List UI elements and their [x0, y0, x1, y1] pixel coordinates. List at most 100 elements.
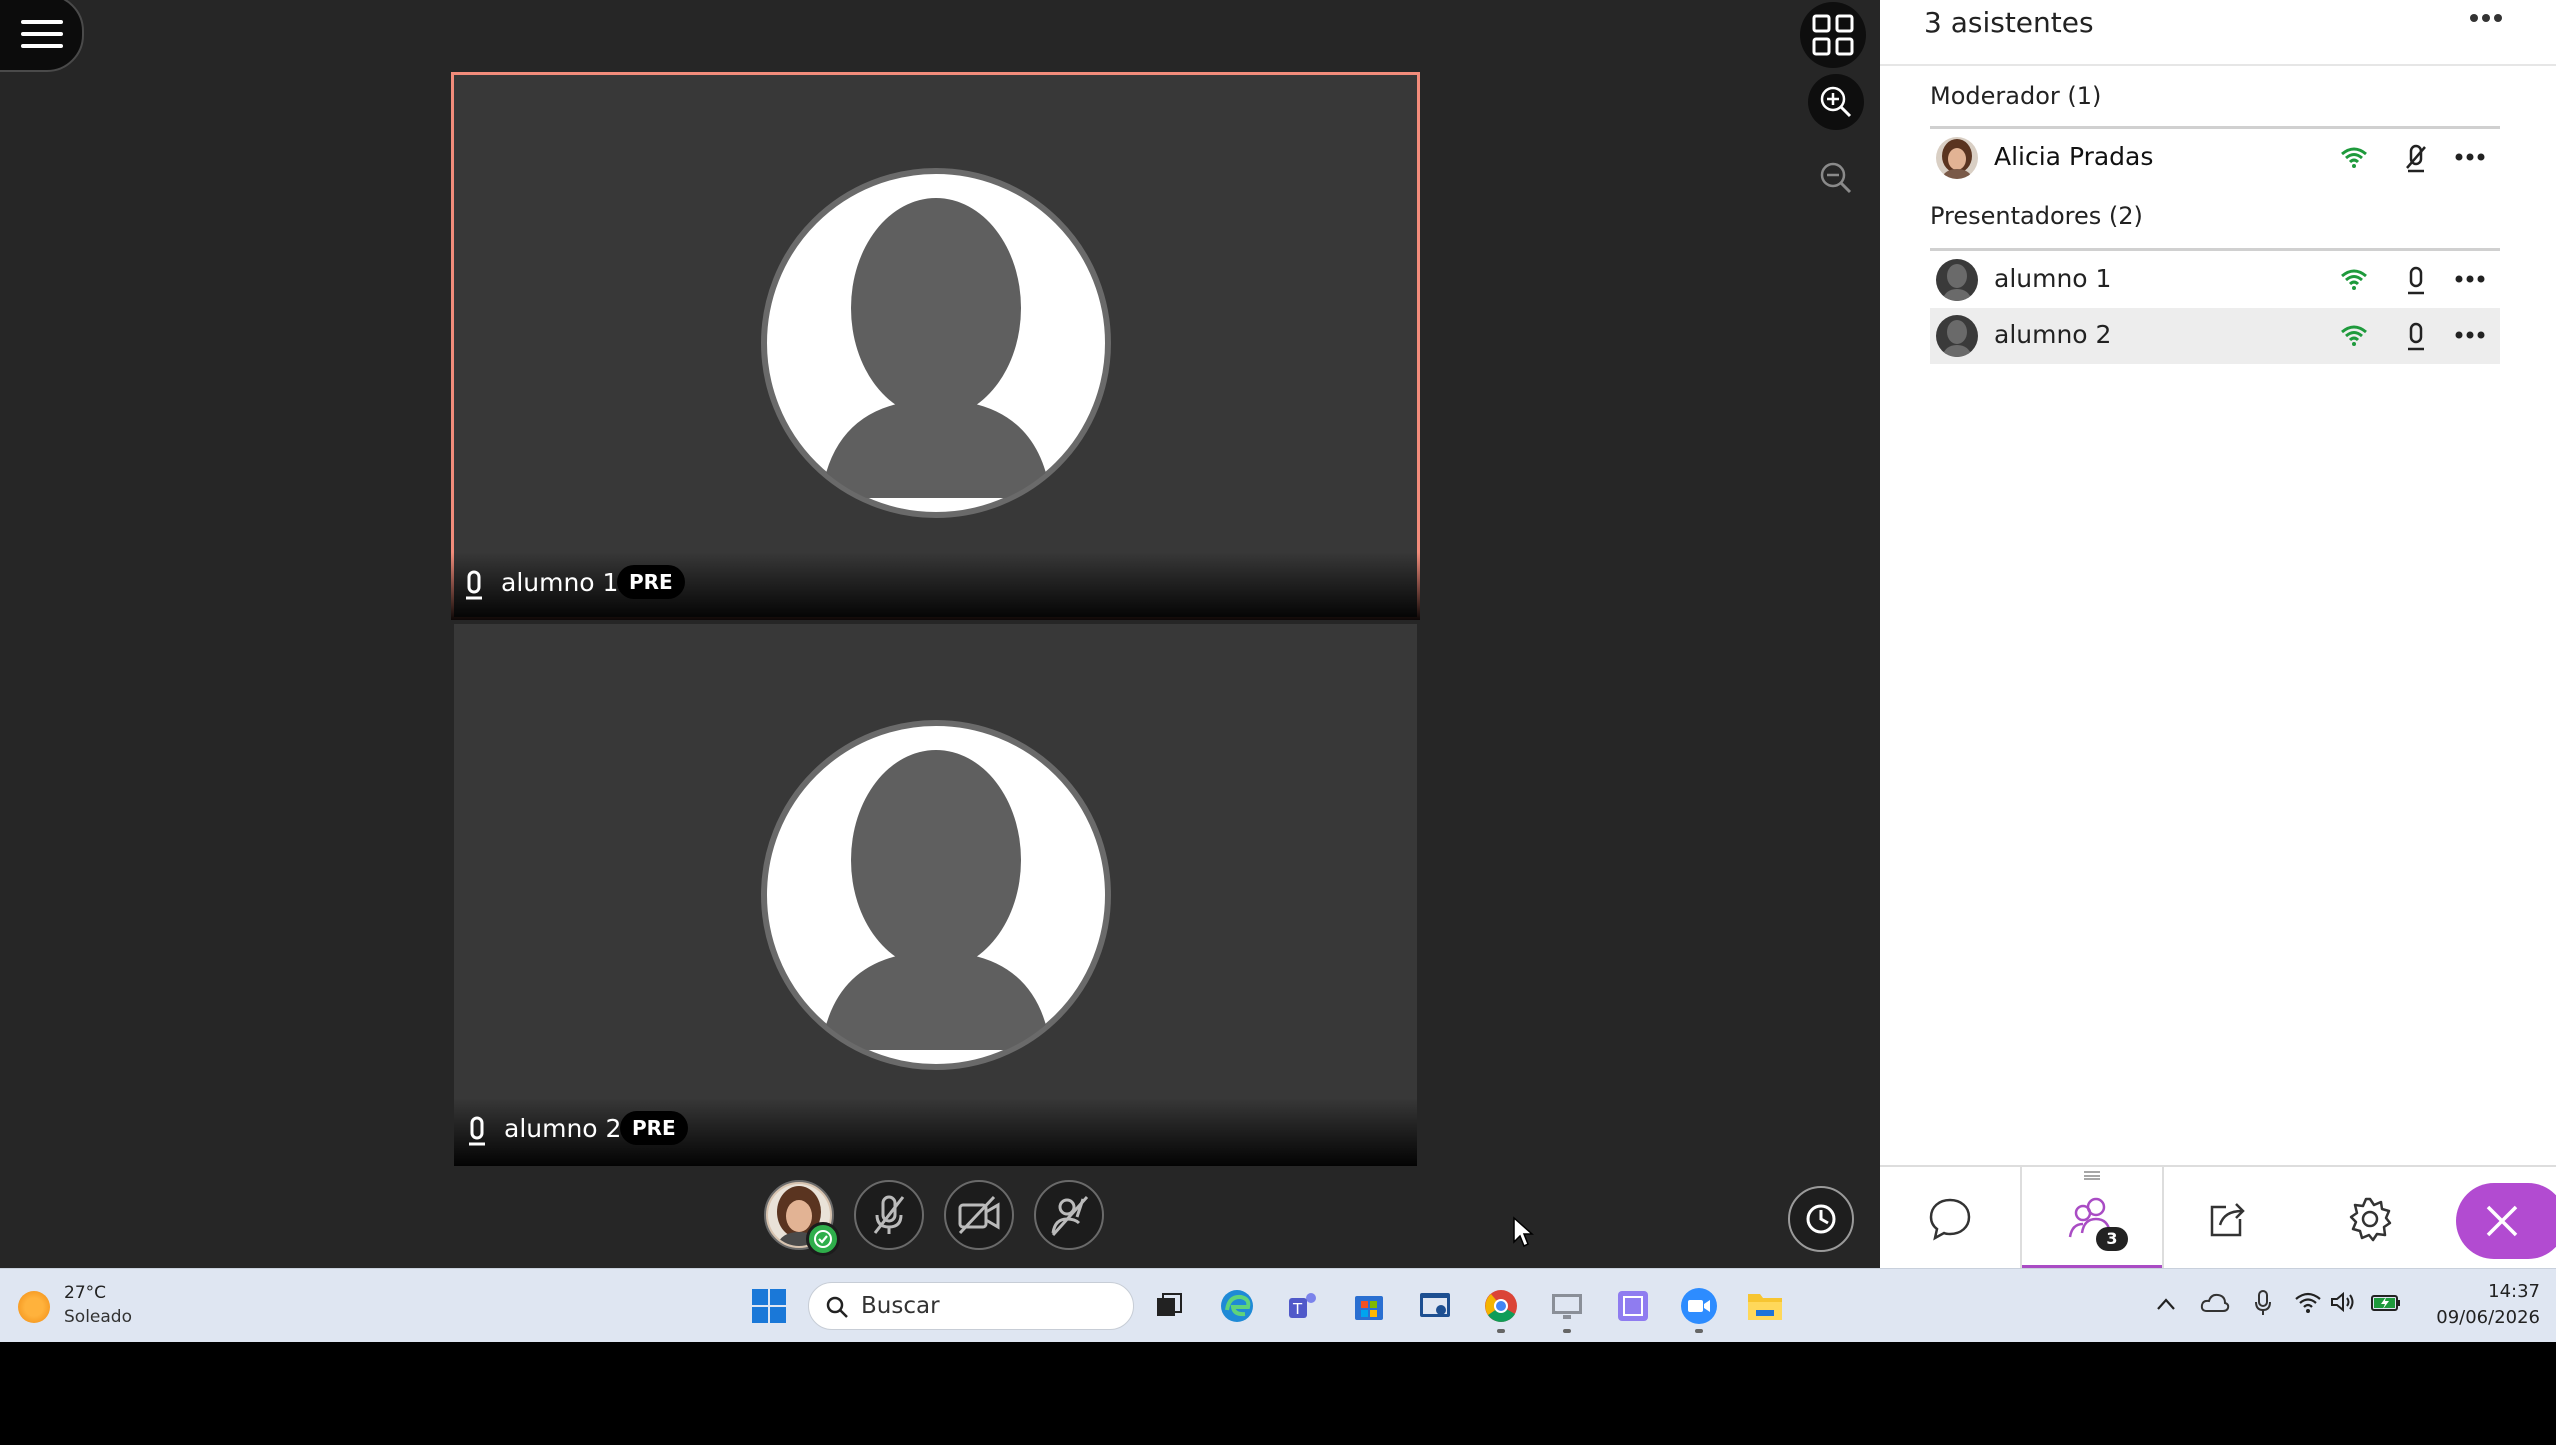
toggle-camera-button[interactable]	[944, 1180, 1014, 1250]
taskbar-app-store[interactable]	[1350, 1287, 1388, 1325]
video-caption: alumno 1 PRE	[451, 552, 1420, 620]
microphone-icon	[2408, 266, 2424, 295]
recorder-icon	[1618, 1291, 1648, 1321]
chevron-up-icon[interactable]	[2156, 1297, 2176, 1311]
video-tile[interactable]: alumno 1 PRE	[451, 72, 1420, 620]
volume-icon[interactable]	[2330, 1291, 2356, 1313]
remote-desktop-icon	[1552, 1294, 1582, 1319]
microphone-off-icon	[873, 1195, 905, 1234]
taskbar-search[interactable]: Buscar	[808, 1282, 1134, 1330]
connection-good-icon	[2341, 269, 2367, 290]
task-view-icon	[1157, 1293, 1182, 1316]
video-participant-name: alumno 1	[501, 568, 619, 597]
more-options-icon[interactable]	[2468, 12, 2504, 24]
os-taskbar: 27°C Soleado Buscar T 14:37 09/06/2026	[0, 1268, 2556, 1342]
presenter-badge: PRE	[617, 565, 685, 599]
taskbar-app-remote[interactable]	[1548, 1287, 1586, 1325]
default-avatar-icon	[1936, 315, 1978, 357]
search-placeholder: Buscar	[861, 1293, 940, 1319]
grid-view-icon	[1812, 14, 1854, 56]
weather-temperature[interactable]: 27°C	[64, 1283, 106, 1303]
taskbar-app-monitor[interactable]	[1416, 1287, 1454, 1325]
running-indicator	[1497, 1329, 1505, 1333]
microphone-icon	[469, 1116, 485, 1146]
taskbar-app-zoom[interactable]	[1680, 1287, 1718, 1325]
connection-good-icon	[2341, 325, 2367, 346]
toggle-microphone-button[interactable]	[854, 1180, 924, 1250]
participant-options-icon[interactable]	[2454, 274, 2486, 284]
panel-title: 3 asistentes	[1924, 6, 2094, 39]
folder-icon	[1748, 1294, 1782, 1320]
participant-options-icon[interactable]	[2454, 152, 2486, 162]
microphone-tray-icon[interactable]	[2254, 1289, 2272, 1317]
raise-hand-button[interactable]	[1034, 1180, 1104, 1250]
clock-time[interactable]: 14:37	[2440, 1281, 2540, 1302]
close-panel-button[interactable]	[2456, 1183, 2556, 1259]
zoom-in-button[interactable]	[1808, 74, 1864, 130]
taskbar-app-recorder[interactable]	[1614, 1287, 1652, 1325]
drag-handle-icon	[2084, 1171, 2100, 1180]
edge-icon	[1221, 1290, 1253, 1322]
default-avatar-icon	[1936, 259, 1978, 301]
participant-row[interactable]: alumno 1	[1930, 252, 2500, 308]
video-tile[interactable]: alumno 2 PRE	[454, 624, 1417, 1166]
search-icon	[826, 1296, 848, 1318]
taskbar-app-explorer[interactable]	[1746, 1287, 1784, 1325]
collaborate-window: alumno 1 PRE alumno 2 PRE 3 asistentes M…	[0, 0, 2556, 1268]
hamburger-icon-line	[21, 32, 63, 36]
tab-share-content[interactable]	[2160, 1167, 2300, 1268]
participant-name: alumno 2	[1994, 320, 2112, 349]
default-avatar-icon	[760, 720, 1111, 1070]
status-check-icon	[806, 1222, 840, 1256]
weather-description[interactable]: Soleado	[64, 1307, 132, 1327]
hamburger-icon-line	[21, 44, 63, 48]
clock-icon	[1806, 1204, 1836, 1234]
clock-date[interactable]: 09/06/2026	[2410, 1307, 2540, 1328]
wifi-icon[interactable]	[2294, 1291, 2322, 1313]
main-menu-button[interactable]	[0, 0, 84, 72]
running-indicator	[1563, 1329, 1571, 1333]
svg-text:T: T	[1292, 1300, 1303, 1318]
mouse-cursor-icon	[1513, 1216, 1534, 1248]
windows-logo-icon	[752, 1289, 786, 1323]
connection-good-icon	[2341, 147, 2367, 168]
start-button[interactable]	[750, 1287, 788, 1325]
tab-settings[interactable]	[2300, 1167, 2440, 1268]
participant-photo	[1936, 137, 1978, 179]
raise-hand-icon	[1051, 1195, 1089, 1237]
app-window-icon	[1420, 1293, 1450, 1317]
taskbar-app-chrome[interactable]	[1482, 1287, 1520, 1325]
taskbar-app-edge[interactable]	[1218, 1287, 1256, 1325]
timer-button[interactable]	[1788, 1186, 1854, 1252]
zoom-app-icon	[1681, 1288, 1717, 1324]
tab-attendees[interactable]: 3	[2020, 1167, 2164, 1268]
taskbar-app-teams[interactable]: T	[1284, 1287, 1322, 1325]
tab-chat[interactable]	[1880, 1167, 2020, 1268]
default-avatar-icon	[760, 168, 1111, 518]
microphone-icon	[2408, 322, 2424, 351]
participant-row[interactable]: Alicia Pradas	[1930, 130, 2500, 186]
section-divider	[1930, 126, 2500, 129]
cloud-icon[interactable]	[2200, 1291, 2230, 1313]
sun-icon[interactable]	[18, 1291, 50, 1323]
chat-icon	[1929, 1198, 1971, 1240]
my-status-avatar[interactable]	[764, 1180, 840, 1256]
participant-options-icon[interactable]	[2454, 330, 2486, 340]
camera-off-icon	[958, 1195, 1000, 1235]
attendee-count-badge: 3	[2096, 1227, 2128, 1251]
participant-row[interactable]: alumno 2	[1930, 308, 2500, 364]
gear-icon	[2349, 1197, 2392, 1241]
presenter-badge: PRE	[620, 1111, 688, 1145]
battery-charging-icon[interactable]	[2370, 1291, 2402, 1313]
zoom-out-button[interactable]	[1808, 150, 1864, 206]
participant-name: alumno 1	[1994, 264, 2112, 293]
task-view-button[interactable]	[1150, 1287, 1188, 1325]
section-moderators: Moderador (1)	[1930, 82, 2102, 110]
zoom-in-icon	[1820, 86, 1852, 118]
panel-tab-bar: 3	[1880, 1165, 2556, 1268]
layout-grid-button[interactable]	[1800, 2, 1866, 68]
close-icon	[2486, 1205, 2518, 1237]
video-caption: alumno 2 PRE	[454, 1098, 1417, 1166]
hamburger-icon	[21, 20, 63, 24]
chrome-icon	[1485, 1290, 1517, 1322]
